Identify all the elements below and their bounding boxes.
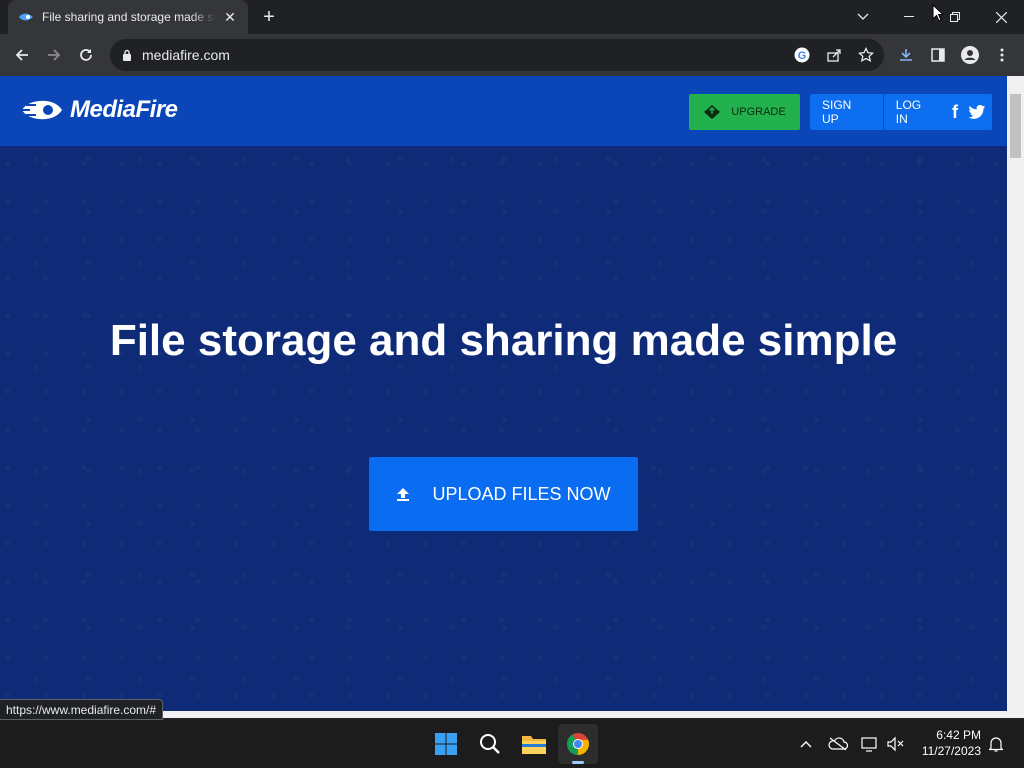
side-panel-icon[interactable] xyxy=(924,41,952,69)
mediafire-logo[interactable]: MediaFire xyxy=(20,96,178,124)
bookmark-star-icon[interactable] xyxy=(852,41,880,69)
upload-arrow-icon xyxy=(397,488,410,501)
notification-bell-icon[interactable] xyxy=(976,724,1016,764)
upgrade-upload-icon xyxy=(704,105,721,119)
start-icon[interactable] xyxy=(426,724,466,764)
google-lens-icon[interactable]: G xyxy=(788,41,816,69)
tab-close-icon[interactable]: ✕ xyxy=(222,9,238,26)
browser-tab[interactable]: File sharing and storage made simple ✕ xyxy=(8,0,248,34)
mediafire-flame-icon xyxy=(22,100,62,120)
scrollbar-thumb[interactable] xyxy=(1010,94,1021,158)
upload-label: UPLOAD FILES NOW xyxy=(432,483,611,504)
profile-icon[interactable] xyxy=(956,41,984,69)
system-clock[interactable]: 6:42 PM 11/27/2023 xyxy=(915,727,981,759)
upgrade-button[interactable]: UPGRADE xyxy=(689,94,800,130)
downloads-icon[interactable] xyxy=(892,41,920,69)
volume-muted-icon[interactable] xyxy=(876,724,916,764)
address-bar[interactable]: mediafire.com xyxy=(110,39,884,71)
close-window-icon[interactable] xyxy=(978,0,1024,34)
forward-icon[interactable] xyxy=(40,41,68,69)
tab-search-icon[interactable] xyxy=(840,0,886,34)
mediafire-favicon-icon xyxy=(19,13,33,21)
mouse-cursor-icon xyxy=(932,4,944,22)
vertical-scrollbar[interactable] xyxy=(1007,76,1024,718)
new-tab-button[interactable]: + xyxy=(258,6,280,28)
url-text: mediafire.com xyxy=(142,47,230,63)
hero-heading: File storage and sharing made simple xyxy=(109,316,898,365)
auth-group: SIGN UP LOG IN f xyxy=(810,94,992,130)
clock-time: 6:42 PM xyxy=(936,728,981,742)
minimize-icon[interactable] xyxy=(886,0,932,34)
chrome-taskbar-icon[interactable] xyxy=(558,724,598,764)
svg-text:G: G xyxy=(798,50,807,62)
upload-files-button[interactable]: UPLOAD FILES NOW xyxy=(369,457,638,531)
web-page: MediaFire UPGRADE SIGN UP LOG IN f File … xyxy=(0,76,1007,711)
twitter-icon[interactable] xyxy=(962,94,992,130)
search-icon[interactable] xyxy=(470,724,510,764)
chrome-menu-icon[interactable] xyxy=(988,41,1016,69)
log-in-button[interactable]: LOG IN xyxy=(884,94,948,130)
status-bubble: https://www.mediafire.com/# xyxy=(0,699,164,720)
facebook-icon[interactable]: f xyxy=(948,94,962,130)
lock-icon xyxy=(123,49,131,61)
brand-name: MediaFire xyxy=(70,96,178,123)
clock-date: 11/27/2023 xyxy=(921,744,981,758)
file-explorer-icon[interactable] xyxy=(514,724,554,764)
reload-icon[interactable] xyxy=(72,41,100,69)
tab-title: File sharing and storage made simple xyxy=(42,10,216,24)
sign-up-button[interactable]: SIGN UP xyxy=(810,94,883,130)
back-icon[interactable] xyxy=(8,41,36,69)
share-icon[interactable] xyxy=(820,41,848,69)
upgrade-label: UPGRADE xyxy=(731,106,786,118)
